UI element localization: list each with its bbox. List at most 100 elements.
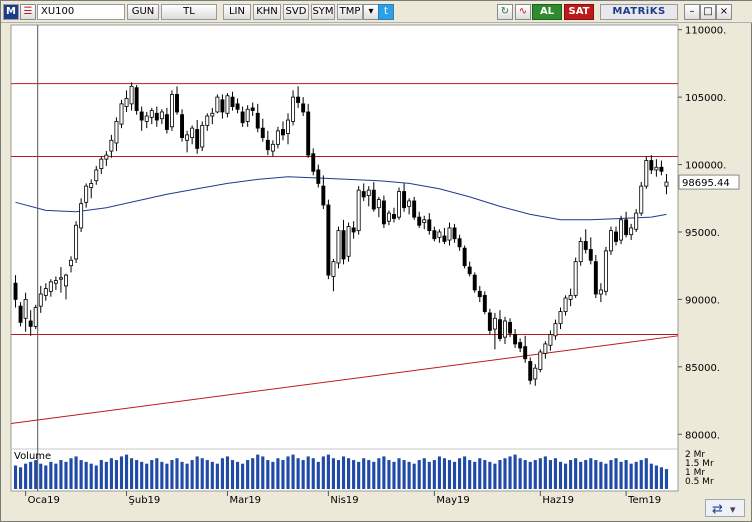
x-tick-label: Haz19 (542, 495, 574, 506)
volume-bar (79, 460, 83, 489)
volume-bar (649, 463, 653, 489)
volume-bar (321, 456, 325, 489)
candle (573, 257, 578, 299)
volume-bar (437, 456, 441, 489)
volume-bar (59, 460, 63, 489)
volume-bar (654, 465, 658, 489)
volume-label: Volume (14, 451, 51, 462)
volume-bar (624, 460, 628, 489)
list-icon[interactable]: ☰ (20, 4, 36, 20)
volume-bar (569, 460, 573, 489)
volume-bar (367, 460, 371, 489)
price-chart[interactable]: 110000. 105000. 100000. 95000. 90000. 85000. 8… (1, 23, 751, 521)
volume-bar (180, 461, 184, 489)
volume-bar (528, 461, 532, 489)
candle (619, 215, 624, 245)
currency-button[interactable]: TL (161, 4, 217, 20)
sym-button[interactable]: SYM (311, 4, 335, 20)
volume-bar (135, 460, 139, 489)
volume-bar (99, 460, 103, 489)
volume-bar (609, 460, 613, 489)
volume-bar (69, 458, 73, 489)
volume-bar (124, 454, 129, 489)
volume-bar (498, 460, 502, 489)
twitter-icon[interactable]: t (378, 4, 394, 20)
x-tick-label: May19 (436, 495, 469, 506)
buy-button[interactable]: AL (532, 4, 562, 20)
volume-bar (276, 458, 280, 489)
candle (462, 245, 467, 269)
volume-bar (271, 461, 275, 489)
volume-bar (447, 460, 452, 489)
volume-bar (548, 460, 552, 489)
volume-bar (407, 461, 411, 489)
volume-tick-label: 0.5 Mr (685, 477, 714, 487)
sell-button[interactable]: SAT (564, 4, 594, 20)
period-button[interactable]: GUN (127, 4, 159, 20)
maximize-icon[interactable]: □ (700, 4, 716, 20)
svd-button[interactable]: SVD (283, 4, 309, 20)
volume-bar (145, 463, 149, 489)
volume-bar (659, 467, 663, 489)
candle (200, 121, 205, 152)
minimize-icon[interactable]: – (684, 4, 700, 20)
volume-bar (639, 460, 643, 489)
volume-bar (205, 460, 209, 489)
volume-bar (34, 460, 38, 489)
volume-bar (94, 465, 98, 489)
close-icon[interactable]: × (716, 4, 732, 20)
candle (538, 349, 543, 373)
refresh-icon[interactable]: ↻ (497, 4, 513, 20)
volume-bar (190, 460, 194, 489)
y-tick-label: 90000. (685, 295, 720, 306)
volume-bar (478, 458, 482, 489)
volume-bar (357, 461, 361, 489)
candle (306, 103, 311, 158)
volume-bar (44, 465, 48, 489)
candle (487, 308, 492, 335)
volume-bar (39, 463, 43, 489)
volume-bar (251, 458, 255, 489)
chart-toolbar: M ☰ XU100 GUN TL LIN KHN SVD SYM TMP ▾ t… (1, 1, 752, 23)
volume-bar (130, 458, 134, 489)
symbol-field[interactable]: XU100 (37, 4, 125, 20)
volume-bar (488, 461, 492, 489)
volume-bar (463, 456, 467, 489)
volume-bar (427, 461, 431, 489)
volume-bar (336, 460, 341, 489)
wave-icon[interactable]: ∿ (515, 4, 531, 20)
volume-bar (503, 458, 507, 489)
y-tick-label: 80000. (685, 430, 720, 441)
dropdown-arrow-icon[interactable]: ▾ (363, 4, 379, 20)
y-tick-label: 95000. (685, 228, 720, 239)
volume-bar (553, 458, 558, 489)
candle (119, 99, 124, 129)
volume-bar (24, 463, 28, 489)
volume-bar (619, 461, 623, 489)
volume-bar (392, 461, 396, 489)
volume-bar (160, 461, 164, 489)
volume-bar (483, 460, 487, 489)
volume-bar (493, 463, 497, 489)
volume-bar (291, 454, 295, 489)
tmp-button[interactable]: TMP (337, 4, 363, 20)
menu-button[interactable]: M (3, 4, 19, 20)
y-tick-label: 110000. (685, 26, 726, 37)
y-tick-label: 100000. (685, 161, 726, 172)
volume-bar (533, 460, 537, 489)
volume-bar (508, 456, 512, 489)
chart-window: M ☰ XU100 GUN TL LIN KHN SVD SYM TMP ▾ t… (0, 0, 752, 522)
khn-button[interactable]: KHN (253, 4, 281, 20)
sync-button[interactable]: ⇄ ▾ (705, 499, 745, 517)
volume-bar (458, 458, 462, 489)
sync-icon: ⇄ (712, 502, 723, 516)
candle (639, 182, 644, 216)
volume-bar (599, 461, 603, 489)
candle (609, 226, 613, 255)
x-tick-label: Nis19 (330, 495, 358, 506)
volume-bar (256, 454, 260, 489)
candle (528, 357, 533, 385)
y-tick-label: 85000. (685, 363, 720, 374)
volume-bar (594, 460, 598, 489)
scale-button[interactable]: LIN (223, 4, 251, 20)
